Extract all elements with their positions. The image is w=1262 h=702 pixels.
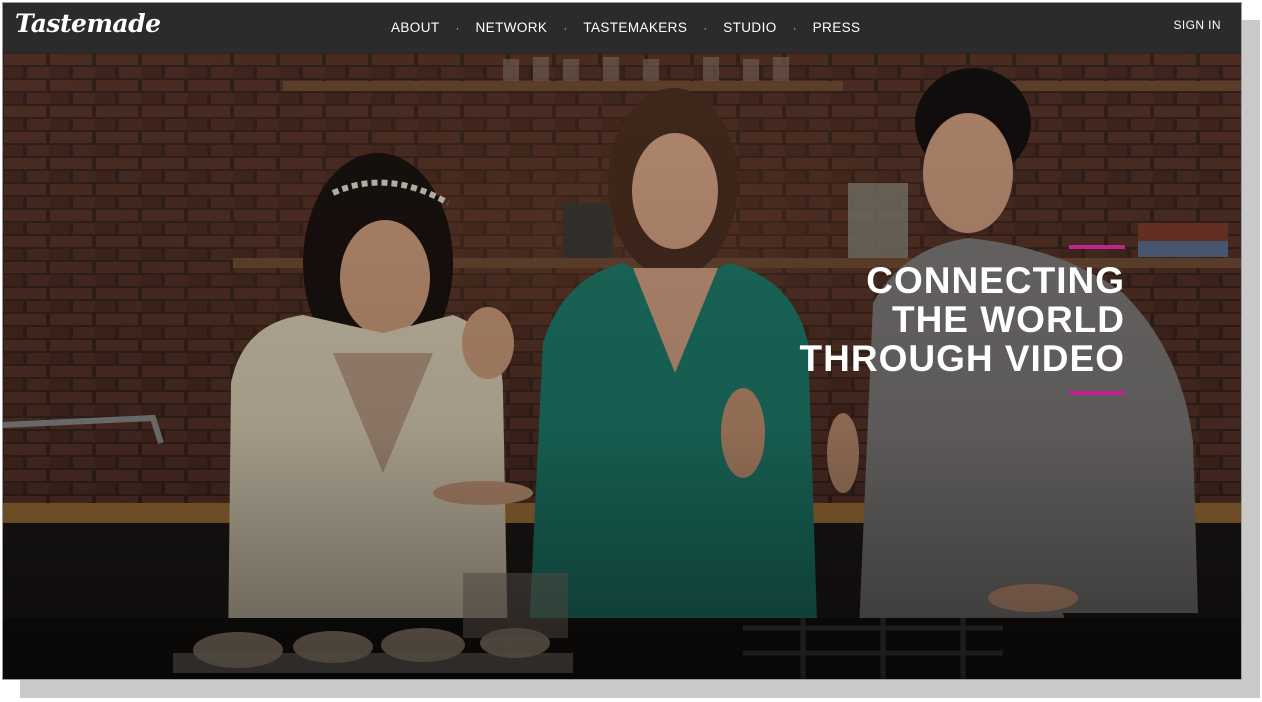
hero-tagline: CONNECTING THE WORLD THROUGH VIDEO xyxy=(800,245,1125,395)
tagline-bottom-rule xyxy=(1069,391,1125,395)
tastemade-logo[interactable]: Tastemade xyxy=(15,6,161,42)
headline-line: CONNECTING xyxy=(866,260,1125,301)
hero-headline: CONNECTING THE WORLD THROUGH VIDEO xyxy=(800,261,1125,378)
tagline-top-rule xyxy=(1069,245,1125,249)
nav-item-press[interactable]: PRESS xyxy=(813,6,861,50)
nav-item-studio[interactable]: STUDIO xyxy=(723,6,776,50)
top-navbar: Tastemade ABOUT · NETWORK · TASTEMAKERS … xyxy=(3,3,1241,53)
browser-page: Tastemade ABOUT · NETWORK · TASTEMAKERS … xyxy=(2,2,1242,680)
nav-item-about[interactable]: ABOUT xyxy=(391,6,440,50)
nav-separator: · xyxy=(792,21,797,35)
headline-line: THE WORLD xyxy=(891,299,1125,340)
nav-item-network[interactable]: NETWORK xyxy=(476,6,548,50)
main-nav: ABOUT · NETWORK · TASTEMAKERS · STUDIO ·… xyxy=(391,3,860,53)
sign-in-link[interactable]: SIGN IN xyxy=(1174,3,1221,47)
nav-separator: · xyxy=(455,21,460,35)
nav-separator: · xyxy=(703,21,708,35)
nav-item-tastemakers[interactable]: TASTEMAKERS xyxy=(583,6,687,50)
hero-video[interactable]: CONNECTING THE WORLD THROUGH VIDEO xyxy=(3,53,1241,679)
headline-line: THROUGH VIDEO xyxy=(799,338,1125,379)
nav-separator: · xyxy=(563,21,568,35)
